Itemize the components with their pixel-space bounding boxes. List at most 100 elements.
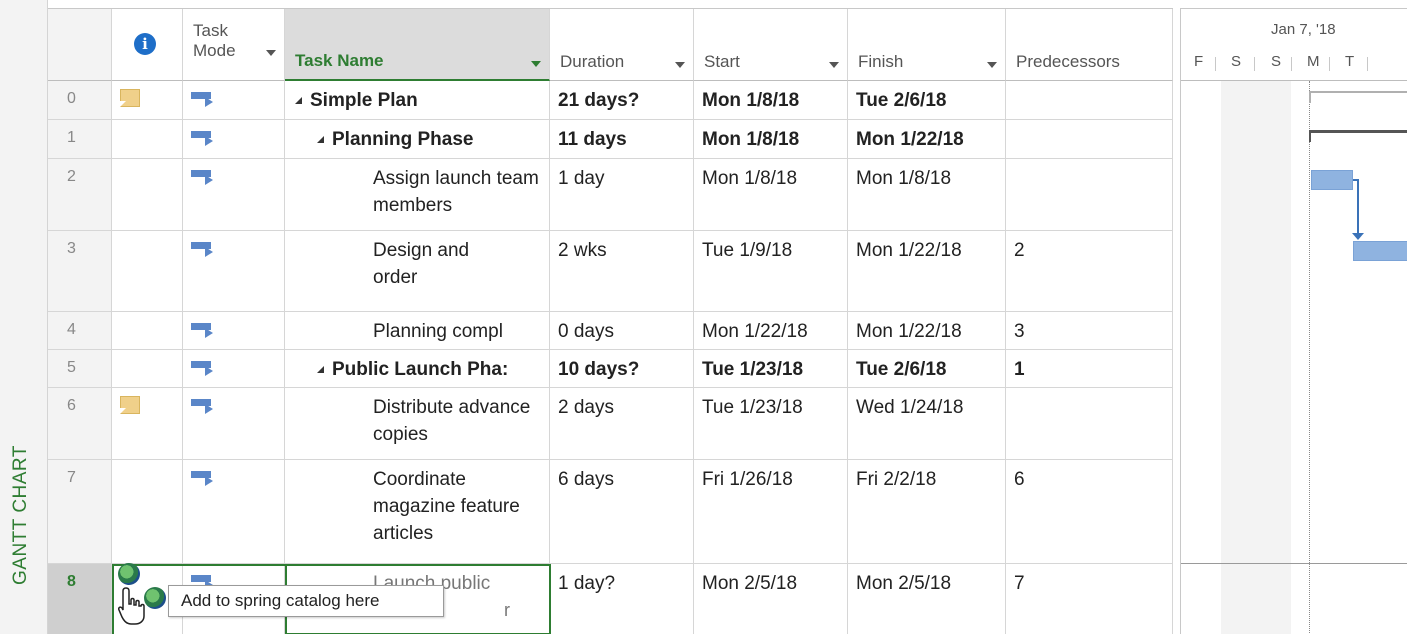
- dependency-link: [1357, 179, 1359, 236]
- finish-cell[interactable]: Mon 1/22/18: [848, 120, 1006, 158]
- chevron-down-icon[interactable]: [675, 62, 685, 68]
- duration-cell[interactable]: 2 days: [550, 388, 694, 459]
- task-bar-design-order[interactable]: [1353, 241, 1407, 261]
- finish-cell[interactable]: Mon 2/5/18: [848, 564, 1006, 634]
- duration-cell[interactable]: 10 days?: [550, 350, 694, 387]
- table-row[interactable]: 6 Distribute advance copies 2 days Tue 1…: [48, 388, 1173, 460]
- row-id[interactable]: 2: [48, 159, 112, 230]
- task-name-cell[interactable]: Planning compl: [285, 312, 550, 349]
- column-header-duration[interactable]: Duration: [550, 9, 694, 81]
- timescale-day: S: [1231, 53, 1242, 70]
- finish-cell[interactable]: Fri 2/2/18: [848, 460, 1006, 563]
- finish-cell[interactable]: Wed 1/24/18: [848, 388, 1006, 459]
- task-mode-cell[interactable]: [183, 231, 285, 311]
- table-row[interactable]: 1 Planning Phase 11 days Mon 1/8/18 Mon …: [48, 120, 1173, 159]
- column-header-task-name[interactable]: Task Name: [285, 9, 550, 81]
- start-cell[interactable]: Mon 2/5/18: [694, 564, 848, 634]
- column-header-start[interactable]: Start: [694, 9, 848, 81]
- table-row[interactable]: 3 Design and order 2 wks Tue 1/9/18 Mon …: [48, 231, 1173, 312]
- task-bar-assign-team[interactable]: [1311, 170, 1353, 190]
- note-icon[interactable]: [120, 396, 140, 414]
- task-name-cell[interactable]: Public Launch Pha:: [285, 350, 550, 387]
- task-mode-cell[interactable]: [183, 81, 285, 119]
- task-mode-cell[interactable]: [183, 350, 285, 387]
- row-id[interactable]: 3: [48, 231, 112, 311]
- chevron-down-icon[interactable]: [987, 62, 997, 68]
- column-header-task-mode[interactable]: Task Mode: [183, 9, 285, 81]
- row-id[interactable]: 7: [48, 460, 112, 563]
- task-name: Simple Plan: [310, 90, 418, 111]
- row-id[interactable]: 6: [48, 388, 112, 459]
- note-icon[interactable]: [120, 89, 140, 107]
- start-cell[interactable]: Tue 1/23/18: [694, 350, 848, 387]
- task-name-cell[interactable]: Simple Plan: [285, 81, 550, 119]
- row-id[interactable]: 8: [48, 564, 112, 634]
- table-row[interactable]: 0 Simple Plan 21 days? Mon 1/8/18 Tue 2/…: [48, 81, 1173, 120]
- predecessors-cell[interactable]: [1006, 81, 1173, 119]
- task-name-cell[interactable]: Assign launch team members: [285, 159, 550, 230]
- table-row[interactable]: 4 Planning compl 0 days Mon 1/22/18 Mon …: [48, 312, 1173, 350]
- summary-bar-planning[interactable]: [1309, 130, 1407, 133]
- duration-cell[interactable]: 2 wks: [550, 231, 694, 311]
- collapse-triangle-icon[interactable]: [317, 136, 324, 143]
- start-cell[interactable]: Mon 1/22/18: [694, 312, 848, 349]
- collapse-triangle-icon[interactable]: [317, 366, 324, 373]
- table-row[interactable]: 7 Coordinate magazine feature articles 6…: [48, 460, 1173, 564]
- column-header-indicators[interactable]: i: [112, 9, 183, 81]
- task-mode-cell[interactable]: [183, 460, 285, 563]
- start-cell[interactable]: Mon 1/8/18: [694, 159, 848, 230]
- start-cell[interactable]: Mon 1/8/18: [694, 120, 848, 158]
- duration-cell[interactable]: 0 days: [550, 312, 694, 349]
- chevron-down-icon[interactable]: [266, 50, 276, 56]
- start-cell[interactable]: Tue 1/9/18: [694, 231, 848, 311]
- finish-cell[interactable]: Tue 2/6/18: [848, 350, 1006, 387]
- task-name-cell[interactable]: Planning Phase: [285, 120, 550, 158]
- column-header-predecessors[interactable]: Predecessors: [1006, 9, 1173, 81]
- task-name-cell[interactable]: Coordinate magazine feature articles: [285, 460, 550, 563]
- table-row[interactable]: 5 Public Launch Pha: 10 days? Tue 1/23/1…: [48, 350, 1173, 388]
- gantt-chart-panel[interactable]: Jan 7, '18 F S S M T: [1180, 8, 1407, 634]
- duration-cell[interactable]: 21 days?: [550, 81, 694, 119]
- summary-bar-project[interactable]: [1309, 91, 1407, 93]
- predecessors-cell[interactable]: 2: [1006, 231, 1173, 311]
- view-bar[interactable]: GANTT CHART: [0, 0, 48, 634]
- row-id[interactable]: 1: [48, 120, 112, 158]
- predecessors-cell[interactable]: 7: [1006, 564, 1173, 634]
- table-row[interactable]: 2 Assign launch team members 1 day Mon 1…: [48, 159, 1173, 231]
- duration-cell[interactable]: 11 days: [550, 120, 694, 158]
- duration-cell[interactable]: 1 day?: [550, 564, 694, 634]
- task-mode-cell[interactable]: [183, 159, 285, 230]
- task-name-cell[interactable]: Design and order: [285, 231, 550, 311]
- row-id[interactable]: 4: [48, 312, 112, 349]
- duration-cell[interactable]: 6 days: [550, 460, 694, 563]
- task-mode-cell[interactable]: [183, 312, 285, 349]
- task-mode-cell[interactable]: [183, 120, 285, 158]
- start-cell[interactable]: Mon 1/8/18: [694, 81, 848, 119]
- predecessors-cell[interactable]: [1006, 120, 1173, 158]
- task-name-cell[interactable]: Distribute advance copies: [285, 388, 550, 459]
- row-id[interactable]: 0: [48, 81, 112, 119]
- start-cell[interactable]: Fri 1/26/18: [694, 460, 848, 563]
- task-mode-cell[interactable]: [183, 388, 285, 459]
- column-header-finish[interactable]: Finish: [848, 9, 1006, 81]
- collapse-triangle-icon[interactable]: [295, 97, 302, 104]
- timescale-day: T: [1345, 53, 1355, 70]
- day-separator: [1254, 57, 1255, 71]
- chevron-down-icon[interactable]: [829, 62, 839, 68]
- predecessors-cell[interactable]: [1006, 159, 1173, 230]
- chevron-down-icon[interactable]: [531, 61, 541, 67]
- finish-cell[interactable]: Mon 1/8/18: [848, 159, 1006, 230]
- finish-cell[interactable]: Mon 1/22/18: [848, 231, 1006, 311]
- predecessors-cell[interactable]: 6: [1006, 460, 1173, 563]
- finish-cell[interactable]: Mon 1/22/18: [848, 312, 1006, 349]
- summary-bar-planning-start: [1309, 130, 1311, 142]
- tooltip-text: Add to spring catalog here: [181, 591, 380, 610]
- start-cell[interactable]: Tue 1/23/18: [694, 388, 848, 459]
- finish-cell[interactable]: Tue 2/6/18: [848, 81, 1006, 119]
- predecessors-cell[interactable]: 1: [1006, 350, 1173, 387]
- predecessors-cell[interactable]: 3: [1006, 312, 1173, 349]
- select-all-corner[interactable]: [48, 9, 112, 81]
- row-id[interactable]: 5: [48, 350, 112, 387]
- predecessors-cell[interactable]: [1006, 388, 1173, 459]
- duration-cell[interactable]: 1 day: [550, 159, 694, 230]
